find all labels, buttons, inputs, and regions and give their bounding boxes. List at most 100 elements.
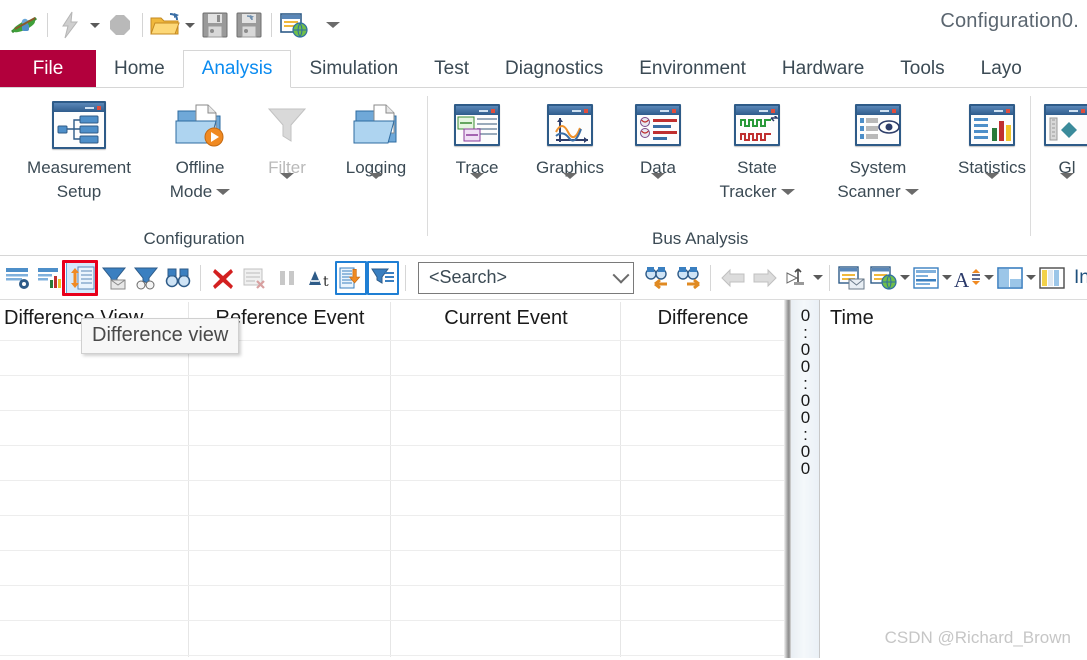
goto-marker-caret-icon[interactable]	[813, 261, 823, 295]
graphics-caret-icon[interactable]	[563, 173, 577, 198]
offline-mode-caret-icon[interactable]	[216, 189, 231, 195]
system-scanner-icon	[855, 96, 901, 154]
start-dropdown-caret[interactable]	[87, 8, 103, 42]
back-icon[interactable]	[717, 261, 749, 295]
tab-home[interactable]: Home	[96, 50, 183, 87]
application-window: Configuration0. File Home Analysis Simul…	[0, 0, 1087, 660]
trace-button[interactable]: Trace	[432, 94, 522, 199]
web-view-icon[interactable]	[868, 261, 900, 295]
offline-mode-button[interactable]: Offline Mode	[154, 94, 246, 202]
column-header-time[interactable]: Time	[828, 300, 938, 336]
filter-button: Filter	[246, 94, 328, 199]
system-scanner-caret-icon[interactable]	[904, 189, 919, 195]
search-input[interactable]: <Search>	[418, 261, 634, 294]
statistics-icon	[969, 96, 1015, 154]
grid-row-line	[0, 480, 785, 481]
save-configuration-icon[interactable]	[198, 8, 232, 42]
statistics-caret-icon[interactable]	[985, 173, 999, 198]
trace-caret-icon[interactable]	[470, 173, 484, 198]
data-caret-icon[interactable]	[651, 173, 665, 198]
collapsed-time-panel[interactable]: 0:00:00:00	[790, 300, 820, 660]
graphics-icon	[547, 96, 593, 154]
tab-file[interactable]: File	[0, 50, 96, 87]
logging-caret-icon[interactable]	[369, 173, 383, 198]
grid-row-line	[0, 620, 785, 621]
svg-text:t: t	[323, 274, 329, 290]
tab-tools[interactable]: Tools	[882, 50, 962, 87]
measurement-setup-icon	[52, 96, 106, 154]
columns-icon[interactable]	[1036, 261, 1068, 295]
font-size-icon[interactable]: A	[952, 261, 984, 295]
state-tracker-caret-icon[interactable]	[780, 189, 795, 195]
measurement-setup-label-2: Setup	[56, 182, 102, 201]
find-icon[interactable]	[162, 261, 194, 295]
toolbar-separator-1	[200, 264, 201, 291]
chevron-down-icon[interactable]	[612, 266, 630, 284]
grid-row-line	[0, 655, 785, 656]
customize-quick-access-caret[interactable]	[325, 8, 341, 42]
ribbon-group-gps: Gl	[1038, 88, 1087, 255]
goto-marker-icon[interactable]	[781, 261, 813, 295]
quick-access-toolbar: Configuration0.	[0, 0, 1087, 50]
font-size-caret-icon[interactable]	[984, 261, 994, 295]
auto-scroll-icon[interactable]	[335, 260, 367, 295]
publish-icon[interactable]	[277, 8, 311, 42]
state-tracker-button[interactable]: State Tracker	[698, 94, 816, 202]
system-scanner-button[interactable]: System Scanner	[816, 94, 940, 202]
state-tracker-icon	[734, 96, 780, 154]
clear-list-icon[interactable]	[239, 261, 271, 295]
row-layout-icon[interactable]	[910, 261, 942, 295]
data-button[interactable]: Data	[618, 94, 698, 199]
tab-environment[interactable]: Environment	[621, 50, 764, 87]
column-header-current-event[interactable]: Current Event	[392, 300, 620, 336]
gps-caret-icon[interactable]	[1060, 173, 1074, 198]
statistics-button[interactable]: Statistics	[940, 94, 1044, 199]
find-previous-icon[interactable]	[640, 261, 672, 295]
ribbon-tab-strip: File Home Analysis Simulation Test Diagn…	[0, 50, 1087, 88]
display-columns-icon[interactable]	[2, 261, 34, 295]
find-next-icon[interactable]	[672, 261, 704, 295]
gps-button[interactable]: Gl	[1038, 94, 1087, 199]
app-logo-icon[interactable]	[8, 8, 42, 42]
tab-hardware[interactable]: Hardware	[764, 50, 882, 87]
gps-caret-row	[1060, 173, 1074, 199]
panel-layout-caret-icon[interactable]	[1026, 261, 1036, 295]
clear-icon[interactable]	[207, 261, 239, 295]
start-measurement-icon[interactable]	[53, 8, 87, 42]
tab-analysis[interactable]: Analysis	[182, 50, 292, 88]
stop-measurement-icon[interactable]	[103, 8, 137, 42]
filter-icon	[263, 96, 311, 154]
qat-separator-2	[142, 13, 143, 37]
logging-button[interactable]: Logging	[328, 94, 424, 199]
filter-active-icon[interactable]	[367, 260, 399, 295]
tab-simulation[interactable]: Simulation	[291, 50, 416, 87]
forward-icon[interactable]	[749, 261, 781, 295]
statistic-view-icon[interactable]	[34, 261, 66, 295]
open-dropdown-caret[interactable]	[182, 8, 198, 42]
grid-row-line	[0, 585, 785, 586]
panel-layout-icon[interactable]	[994, 261, 1026, 295]
filter-message-icon[interactable]	[98, 261, 130, 295]
trace-icon	[454, 96, 500, 154]
measurement-setup-button[interactable]: Measurement Setup	[4, 94, 154, 202]
tab-layout[interactable]: Layo	[963, 50, 1040, 87]
message-window-icon[interactable]	[836, 261, 868, 295]
difference-view-icon[interactable]	[66, 260, 98, 295]
ribbon-group-bus-analysis: Trace Graphics Data State Tracker System…	[432, 88, 1032, 255]
logging-icon	[350, 96, 402, 154]
filter-caret-icon	[280, 173, 294, 198]
graphics-button[interactable]: Graphics	[522, 94, 618, 199]
pause-icon[interactable]	[271, 261, 303, 295]
web-view-caret-icon[interactable]	[900, 261, 910, 295]
tab-diagnostics[interactable]: Diagnostics	[487, 50, 621, 87]
grid-row-line	[0, 410, 785, 411]
analysis-filter-icon[interactable]	[130, 261, 162, 295]
save-as-icon[interactable]	[232, 8, 266, 42]
column-header-difference[interactable]: Difference	[622, 300, 784, 336]
tab-test[interactable]: Test	[416, 50, 487, 87]
open-configuration-icon[interactable]	[148, 8, 182, 42]
state-tracker-label-1: State	[737, 158, 777, 177]
marker-icon[interactable]: t	[303, 261, 335, 295]
row-layout-caret-icon[interactable]	[942, 261, 952, 295]
ribbon-body: Measurement Setup Offline Mode Filter Lo…	[0, 88, 1087, 256]
